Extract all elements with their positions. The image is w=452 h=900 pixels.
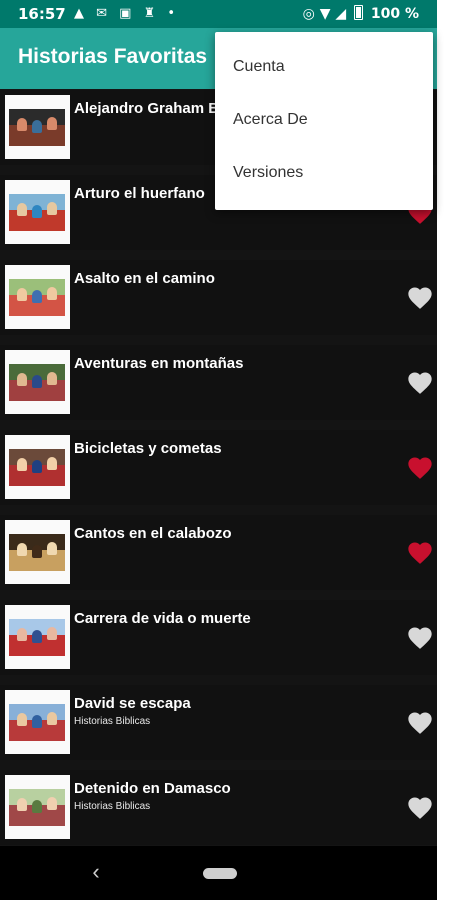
story-thumbnail (5, 605, 70, 669)
story-thumbnail (5, 775, 70, 839)
signal-icon: ◢ (335, 6, 347, 22)
story-title: Detenido en Damasco (74, 780, 231, 797)
story-row[interactable]: Carrera de vida o muerte (0, 600, 437, 675)
home-pill-icon[interactable] (203, 868, 237, 879)
story-thumbnail-image (9, 704, 65, 741)
story-subtitle: Historias Biblicas (74, 801, 151, 812)
story-title: Bicicletas y cometas (74, 440, 222, 457)
battery-icon (354, 5, 363, 20)
story-title: David se escapa (74, 695, 191, 712)
story-title: Arturo el huerfano (74, 185, 205, 202)
story-thumbnail (5, 435, 70, 499)
menu-item-cuenta[interactable]: Cuenta (215, 42, 433, 94)
menu-item-acerca-de[interactable]: Acerca De (215, 95, 433, 147)
status-right: ◎ ▼ ◢ 100 % (303, 5, 419, 22)
story-thumbnail (5, 265, 70, 329)
favorite-heart-icon[interactable] (406, 624, 434, 652)
status-bar: 16:57 ▲ ✉ ▣ ♜ • ◎ ▼ ◢ 100 % (0, 0, 437, 28)
story-row[interactable]: Cantos en el calabozo (0, 515, 437, 590)
chevron-left-icon[interactable]: ‹ (86, 861, 106, 883)
favorite-heart-icon[interactable] (406, 539, 434, 567)
story-subtitle: Historias Biblicas (74, 716, 151, 727)
story-title: Asalto en el camino (74, 270, 215, 287)
menu-item-versiones[interactable]: Versiones (215, 148, 433, 200)
story-thumbnail (5, 520, 70, 584)
story-thumbnail-image (9, 619, 65, 656)
favorite-heart-icon[interactable] (406, 369, 434, 397)
notification-icons: ▲ ✉ ▣ ♜ • (74, 6, 180, 21)
story-thumbnail (5, 690, 70, 754)
status-time: 16:57 (18, 5, 66, 23)
battery-level: 100 % (370, 6, 419, 22)
vibrate-icon: ◎ (302, 6, 315, 22)
story-thumbnail (5, 350, 70, 414)
story-row[interactable]: Asalto en el camino (0, 260, 437, 335)
menu-item-label: Cuenta (233, 58, 285, 75)
overflow-menu: Cuenta Acerca De Versiones (215, 32, 433, 210)
story-row[interactable]: Bicicletas y cometas (0, 430, 437, 505)
story-thumbnail-image (9, 534, 65, 571)
story-title: Aventuras en montañas (74, 355, 244, 372)
story-title: Alejandro Graham Bell (74, 100, 236, 117)
story-title: Carrera de vida o muerte (74, 610, 251, 627)
story-thumbnail-image (9, 449, 65, 486)
screen-margin (437, 0, 452, 900)
story-row[interactable]: Aventuras en montañas (0, 345, 437, 420)
navigation-bar: ‹ (0, 846, 437, 900)
favorite-heart-icon[interactable] (406, 794, 434, 822)
wifi-icon: ▼ (319, 6, 331, 22)
story-thumbnail-image (9, 109, 65, 146)
story-thumbnail (5, 180, 70, 244)
menu-item-label: Versiones (233, 164, 304, 181)
favorite-heart-icon[interactable] (406, 454, 434, 482)
story-thumbnail-image (9, 279, 65, 316)
favorite-heart-icon[interactable] (406, 709, 434, 737)
menu-item-label: Acerca De (233, 111, 308, 128)
story-title: Cantos en el calabozo (74, 525, 232, 542)
story-thumbnail-image (9, 364, 65, 401)
story-thumbnail (5, 95, 70, 159)
story-thumbnail-image (9, 789, 65, 826)
story-thumbnail-image (9, 194, 65, 231)
story-row[interactable]: David se escapa Historias Biblicas (0, 685, 437, 760)
page-title: Historias Favoritas (18, 45, 208, 68)
story-row[interactable]: Detenido en Damasco Historias Biblicas (0, 770, 437, 845)
favorite-heart-icon[interactable] (406, 284, 434, 312)
